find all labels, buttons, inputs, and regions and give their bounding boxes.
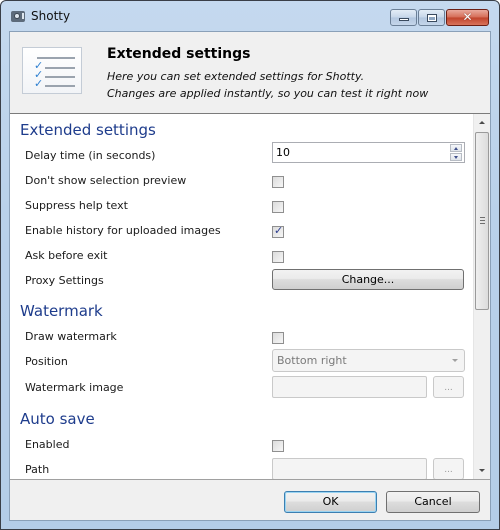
checkmark-icon: ✓ (34, 77, 44, 90)
dialog-header: ✓ ✓ ✓ Extended settings Here you can set… (10, 32, 490, 104)
history-label: Enable history for uploaded images (25, 224, 221, 237)
header-title: Extended settings (107, 46, 251, 62)
delay-spinbox[interactable]: 10 (272, 142, 465, 163)
spin-up-button[interactable] (450, 144, 462, 152)
proxy-change-button[interactable]: Change... (272, 269, 464, 290)
maximize-icon (427, 14, 437, 22)
chevron-down-icon (452, 359, 458, 362)
camera-icon (11, 11, 25, 22)
checklist-line (45, 67, 75, 69)
autosave-path-label: Path (25, 463, 50, 476)
spin-buttons (450, 144, 462, 161)
no-preview-checkbox[interactable] (272, 176, 284, 188)
watermark-image-label: Watermark image (25, 381, 124, 394)
scroll-thumb[interactable] (475, 132, 489, 310)
dialog-client: ✓ ✓ ✓ Extended settings Here you can set… (9, 31, 491, 521)
checklist-line (45, 76, 75, 78)
settings-window: Shotty ✕ ✓ ✓ ✓ Extended settings Here yo… (0, 0, 500, 530)
title-bar[interactable]: Shotty ✕ (1, 1, 499, 31)
grip-icon (480, 217, 485, 225)
section-title-autosave: Auto save (20, 410, 95, 428)
history-checkbox[interactable]: ✓ (272, 224, 284, 238)
suppress-help-checkbox[interactable] (272, 201, 284, 213)
scroll-up-button[interactable] (474, 114, 490, 131)
autosave-enabled-label: Enabled (25, 438, 70, 451)
settings-scroll-area: Extended settings Delay time (in seconds… (10, 114, 490, 479)
checklist-icon: ✓ ✓ ✓ (22, 47, 82, 94)
arrow-up-icon (454, 147, 458, 150)
minimize-icon (399, 18, 409, 21)
minimize-button[interactable] (390, 9, 417, 26)
checkmark-icon: ✓ (274, 224, 284, 237)
draw-watermark-checkbox[interactable] (272, 332, 284, 344)
section-title-watermark: Watermark (20, 302, 103, 320)
header-description: Here you can set extended settings for S… (107, 70, 365, 83)
maximize-button[interactable] (418, 9, 445, 26)
checklist-line (45, 85, 75, 87)
footer-divider (10, 479, 490, 480)
position-label: Position (25, 355, 68, 368)
arrow-down-icon (454, 156, 458, 159)
watermark-browse-button[interactable]: ... (433, 376, 464, 398)
close-icon: ✕ (462, 10, 473, 24)
spin-down-button[interactable] (450, 153, 462, 161)
position-selected: Bottom right (277, 354, 347, 367)
cancel-button[interactable]: Cancel (386, 491, 480, 513)
close-button[interactable]: ✕ (446, 9, 489, 26)
draw-watermark-label: Draw watermark (25, 330, 117, 343)
no-preview-label: Don't show selection preview (25, 174, 187, 187)
position-dropdown[interactable]: Bottom right (272, 349, 465, 372)
watermark-image-input[interactable] (272, 376, 427, 398)
window-controls: ✕ (390, 9, 489, 27)
section-title-extended: Extended settings (20, 121, 156, 139)
ask-exit-label: Ask before exit (25, 249, 108, 262)
delay-value[interactable]: 10 (276, 146, 290, 159)
header-description: Changes are applied instantly, so you ca… (107, 87, 429, 100)
suppress-help-label: Suppress help text (25, 199, 128, 212)
ok-button[interactable]: OK (284, 491, 377, 513)
scroll-down-button[interactable] (474, 462, 490, 479)
delay-label: Delay time (in seconds) (25, 149, 156, 162)
vertical-scrollbar[interactable] (473, 114, 490, 479)
ask-exit-checkbox[interactable] (272, 251, 284, 263)
proxy-label: Proxy Settings (25, 274, 104, 287)
window-title: Shotty (31, 9, 71, 23)
autosave-path-input[interactable] (272, 458, 427, 479)
autosave-enabled-checkbox[interactable] (272, 440, 284, 452)
autosave-browse-button[interactable]: ... (433, 458, 464, 479)
